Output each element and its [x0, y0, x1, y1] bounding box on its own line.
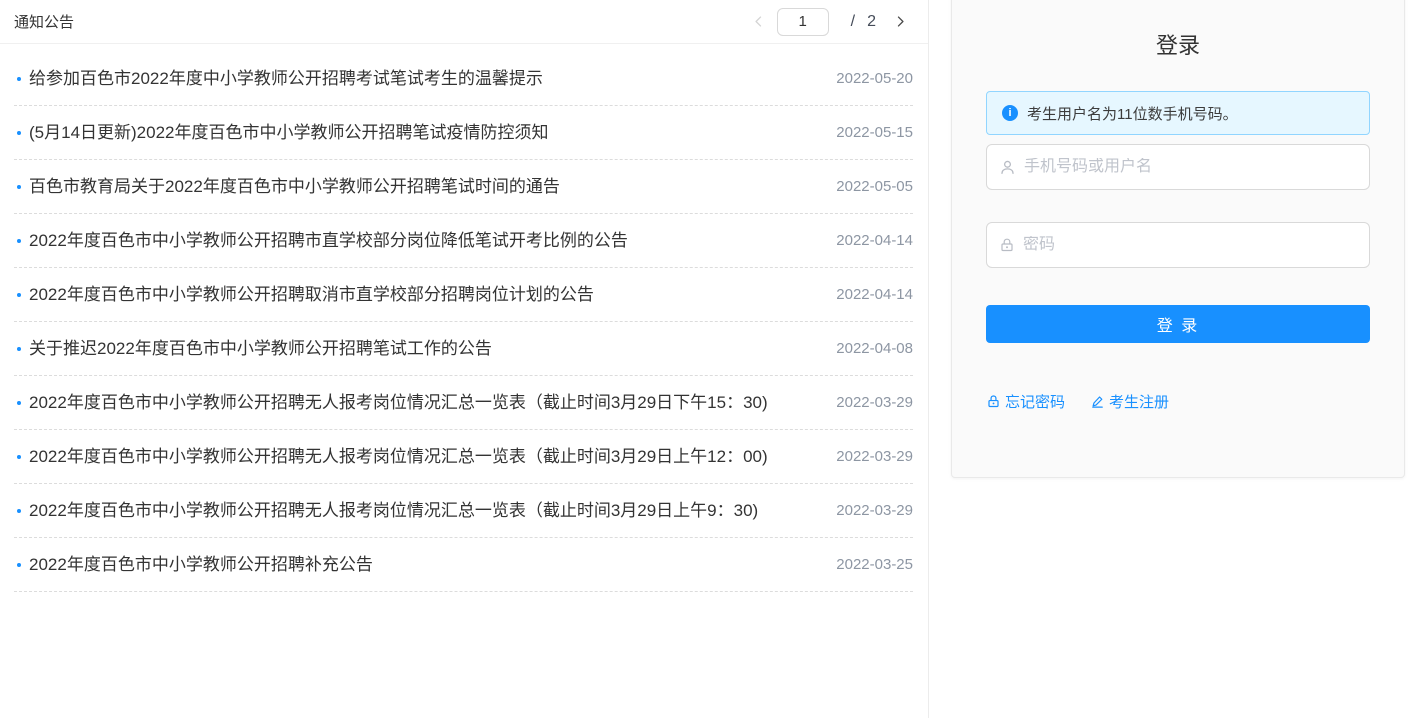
bullet-icon	[17, 347, 21, 351]
forgot-password-link[interactable]: 忘记密码	[986, 391, 1065, 412]
login-title: 登录	[986, 31, 1370, 61]
notice-date: 2022-03-29	[836, 493, 913, 528]
notice-row: 2022年度百色市中小学教师公开招聘市直学校部分岗位降低笔试开考比例的公告 20…	[14, 214, 913, 268]
bullet-icon	[17, 455, 21, 459]
notice-row: 关于推迟2022年度百色市中小学教师公开招聘笔试工作的公告 2022-04-08	[14, 322, 913, 376]
page-total: 2	[867, 13, 876, 31]
pagination: / 2	[750, 8, 909, 36]
info-circle-icon: i	[1002, 105, 1018, 121]
password-field-wrapper	[986, 222, 1370, 268]
notice-link[interactable]: 2022年度百色市中小学教师公开招聘无人报考岗位情况汇总一览表（截止时间3月29…	[29, 439, 836, 474]
edit-pencil-icon	[1090, 394, 1105, 409]
notice-row: 给参加百色市2022年度中小学教师公开招聘考试笔试考生的温馨提示 2022-05…	[14, 52, 913, 106]
notice-link[interactable]: 2022年度百色市中小学教师公开招聘无人报考岗位情况汇总一览表（截止时间3月29…	[29, 493, 836, 528]
notice-date: 2022-05-15	[836, 115, 913, 150]
notice-link[interactable]: 给参加百色市2022年度中小学教师公开招聘考试笔试考生的温馨提示	[29, 61, 836, 96]
bullet-icon	[17, 509, 21, 513]
notice-row: 2022年度百色市中小学教师公开招聘无人报考岗位情况汇总一览表（截止时间3月29…	[14, 484, 913, 538]
page-number-input[interactable]	[777, 8, 829, 36]
chevron-left-icon	[752, 15, 765, 28]
notice-link[interactable]: 2022年度百色市中小学教师公开招聘市直学校部分岗位降低笔试开考比例的公告	[29, 223, 836, 258]
notice-row: 2022年度百色市中小学教师公开招聘补充公告 2022-03-25	[14, 538, 913, 592]
user-icon	[999, 159, 1016, 176]
prev-page-button[interactable]	[750, 13, 767, 30]
login-card: 登录 i 考生用户名为11位数手机号码。 登 录 忘记密码	[951, 0, 1405, 478]
notice-date: 2022-04-08	[836, 331, 913, 366]
notice-link[interactable]: 百色市教育局关于2022年度百色市中小学教师公开招聘笔试时间的通告	[29, 169, 836, 204]
notice-row: 百色市教育局关于2022年度百色市中小学教师公开招聘笔试时间的通告 2022-0…	[14, 160, 913, 214]
notices-title: 通知公告	[14, 11, 74, 32]
notices-list: 给参加百色市2022年度中小学教师公开招聘考试笔试考生的温馨提示 2022-05…	[0, 44, 928, 592]
alert-text: 考生用户名为11位数手机号码。	[1027, 103, 1238, 124]
notices-header: 通知公告 / 2	[0, 0, 928, 44]
login-info-alert: i 考生用户名为11位数手机号码。	[986, 91, 1370, 135]
notice-date: 2022-04-14	[836, 223, 913, 258]
page-separator: /	[851, 13, 855, 31]
login-links: 忘记密码 考生注册	[986, 391, 1370, 412]
notice-link[interactable]: (5月14日更新)2022年度百色市中小学教师公开招聘笔试疫情防控须知	[29, 115, 836, 150]
login-button[interactable]: 登 录	[986, 305, 1370, 343]
notice-link[interactable]: 2022年度百色市中小学教师公开招聘无人报考岗位情况汇总一览表（截止时间3月29…	[29, 385, 836, 420]
notice-row: 2022年度百色市中小学教师公开招聘取消市直学校部分招聘岗位计划的公告 2022…	[14, 268, 913, 322]
notice-row: (5月14日更新)2022年度百色市中小学教师公开招聘笔试疫情防控须知 2022…	[14, 106, 913, 160]
bullet-icon	[17, 401, 21, 405]
notice-row: 2022年度百色市中小学教师公开招聘无人报考岗位情况汇总一览表（截止时间3月29…	[14, 376, 913, 430]
notice-link[interactable]: 关于推迟2022年度百色市中小学教师公开招聘笔试工作的公告	[29, 331, 836, 366]
notice-date: 2022-05-20	[836, 61, 913, 96]
next-page-button[interactable]	[892, 13, 909, 30]
page: 通知公告 / 2 给参加百色市2022年	[0, 0, 1408, 718]
password-input[interactable]	[1023, 236, 1357, 254]
username-field-wrapper	[986, 144, 1370, 190]
bullet-icon	[17, 239, 21, 243]
username-input[interactable]	[1024, 158, 1357, 176]
notice-link[interactable]: 2022年度百色市中小学教师公开招聘取消市直学校部分招聘岗位计划的公告	[29, 277, 836, 312]
notice-date: 2022-03-29	[836, 439, 913, 474]
notice-date: 2022-03-25	[836, 547, 913, 582]
bullet-icon	[17, 77, 21, 81]
notices-panel: 通知公告 / 2 给参加百色市2022年	[0, 0, 929, 718]
bullet-icon	[17, 131, 21, 135]
chevron-right-icon	[894, 15, 907, 28]
unlock-icon	[986, 394, 1001, 409]
register-link[interactable]: 考生注册	[1090, 391, 1169, 412]
register-label: 考生注册	[1109, 391, 1169, 412]
bullet-icon	[17, 185, 21, 189]
bullet-icon	[17, 563, 21, 567]
forgot-password-label: 忘记密码	[1005, 391, 1065, 412]
notice-date: 2022-05-05	[836, 169, 913, 204]
lock-icon	[999, 237, 1015, 253]
bullet-icon	[17, 293, 21, 297]
notice-row: 2022年度百色市中小学教师公开招聘无人报考岗位情况汇总一览表（截止时间3月29…	[14, 430, 913, 484]
notice-date: 2022-03-29	[836, 385, 913, 420]
notice-date: 2022-04-14	[836, 277, 913, 312]
notice-link[interactable]: 2022年度百色市中小学教师公开招聘补充公告	[29, 547, 836, 582]
